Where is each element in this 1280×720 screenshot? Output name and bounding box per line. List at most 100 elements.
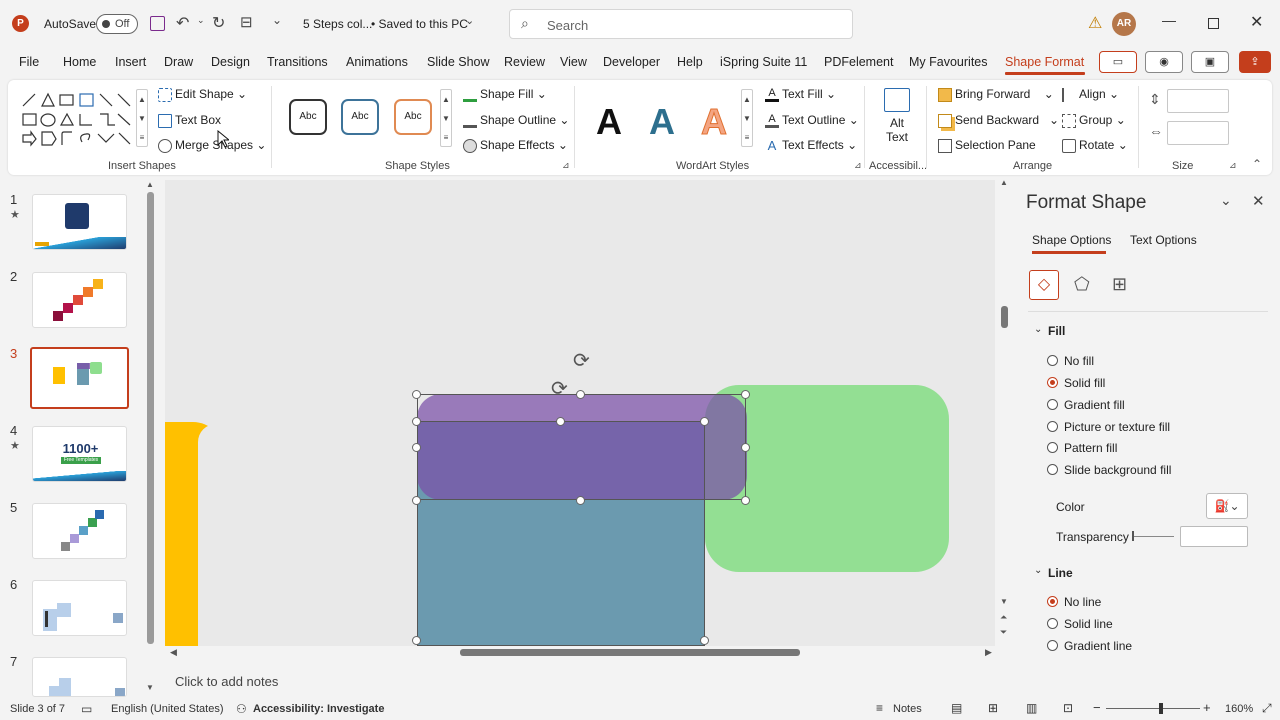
radio-button[interactable] <box>1047 464 1058 475</box>
shape-styles-scroll-icon[interactable]: ▲ ▼ ≡ <box>440 89 452 147</box>
tab-home[interactable]: Home <box>63 55 96 69</box>
scroll-right-icon[interactable]: ▶ <box>985 647 992 658</box>
avatar[interactable]: AR <box>1112 12 1136 36</box>
fill-collapse-icon[interactable]: ⌄ <box>1034 324 1042 335</box>
merge-shapes-button[interactable]: Merge Shapes ⌄ <box>158 138 266 153</box>
align-button[interactable]: Align ⌄ <box>1062 87 1119 102</box>
previous-slide-icon[interactable]: ⏶ <box>1000 612 1007 623</box>
resize-handle[interactable] <box>741 496 750 505</box>
radio-button[interactable] <box>1047 442 1058 453</box>
tab-developer[interactable]: Developer <box>603 55 660 69</box>
reading-view-icon[interactable]: ▥ <box>1026 701 1037 715</box>
text-box-button[interactable]: Text Box <box>158 113 221 128</box>
shape-effects-button[interactable]: Shape Effects ⌄ <box>463 138 568 153</box>
zoom-out-icon[interactable]: − <box>1093 700 1101 715</box>
tab-draw[interactable]: Draw <box>164 55 193 69</box>
customize-qat-icon[interactable]: ⌄ <box>272 13 282 27</box>
slide-thumbnail-2[interactable] <box>32 272 127 328</box>
slide-thumbnail-7[interactable] <box>32 657 127 697</box>
tab-insert[interactable]: Insert <box>115 55 146 69</box>
size-properties-icon[interactable]: ⊞ <box>1112 274 1127 295</box>
transparency-input[interactable] <box>1180 526 1248 547</box>
slide-thumbnail-3[interactable] <box>30 347 129 409</box>
dialog-launcher-icon[interactable]: ⊿ <box>1229 160 1237 171</box>
tab-file[interactable]: File <box>19 55 39 69</box>
shape-style-1[interactable]: Abc <box>289 99 327 135</box>
tab-my-favourites[interactable]: My Favourites <box>909 55 988 69</box>
undo-icon[interactable]: ↶ <box>176 13 189 33</box>
thumbnails-scrollbar[interactable] <box>147 192 154 644</box>
slide-sorter-icon[interactable]: ⊞ <box>988 701 998 715</box>
rotate-button[interactable]: Rotate ⌄ <box>1062 138 1128 153</box>
title-dropdown-icon[interactable]: ⌄ <box>465 14 474 27</box>
shape-fill-button[interactable]: Shape Fill ⌄ <box>463 87 547 102</box>
close-icon[interactable]: ✕ <box>1250 12 1263 32</box>
fill-section-header[interactable]: Fill <box>1048 324 1065 338</box>
transparency-slider[interactable] <box>1132 536 1174 537</box>
tab-slide-show[interactable]: Slide Show <box>427 55 490 69</box>
search-box[interactable]: ⌕ Search <box>509 9 853 39</box>
save-icon[interactable] <box>150 16 165 31</box>
slide-thumbnail-6[interactable] <box>32 580 127 636</box>
radio-button-selected[interactable] <box>1047 596 1058 607</box>
transparency-slider-thumb[interactable] <box>1132 531 1134 541</box>
radio-button[interactable] <box>1047 399 1058 410</box>
normal-view-icon[interactable]: ▤ <box>951 701 962 715</box>
present-teams-icon[interactable]: ▣ <box>1191 51 1229 73</box>
tab-shape-format[interactable]: Shape Format <box>1005 55 1084 69</box>
resize-handle[interactable] <box>412 636 421 645</box>
effects-pentagon-icon[interactable]: ⬠ <box>1074 274 1090 295</box>
color-picker-icon[interactable]: ⛽⌄ <box>1206 493 1248 519</box>
shapes-gallery[interactable] <box>20 90 138 148</box>
slide-canvas[interactable]: ⟳ ⟳ <box>165 180 995 646</box>
undo-dropdown-icon[interactable]: ⌄ <box>197 15 205 26</box>
tab-animations[interactable]: Animations <box>346 55 408 69</box>
pane-close-icon[interactable]: ✕ <box>1252 192 1265 210</box>
edit-shape-button[interactable]: Edit Shape ⌄ <box>158 87 247 102</box>
notes-icon[interactable]: ≡ <box>876 701 883 715</box>
warning-icon[interactable]: ⚠ <box>1088 13 1102 33</box>
tab-text-options[interactable]: Text Options <box>1130 233 1197 247</box>
spellcheck-icon[interactable]: ▭ <box>81 702 92 716</box>
line-collapse-icon[interactable]: ⌄ <box>1034 565 1042 576</box>
zoom-slider[interactable] <box>1106 708 1200 709</box>
wordart-style-1[interactable]: A <box>596 101 622 143</box>
resize-handle[interactable] <box>556 417 565 426</box>
resize-handle[interactable] <box>412 390 421 399</box>
tab-view[interactable]: View <box>560 55 587 69</box>
horizontal-scrollbar-thumb[interactable] <box>460 649 800 656</box>
resize-handle[interactable] <box>741 443 750 452</box>
resize-handle[interactable] <box>412 417 421 426</box>
scroll-up-icon[interactable]: ▲ <box>1000 178 1008 187</box>
width-input[interactable] <box>1167 121 1229 145</box>
comments-icon[interactable]: ▭ <box>1099 51 1137 73</box>
collapse-ribbon-icon[interactable]: ⌃ <box>1252 157 1262 171</box>
text-fill-button[interactable]: A Text Fill ⌄ <box>765 87 836 102</box>
wordart-style-2[interactable]: A <box>649 101 675 143</box>
scroll-up-icon[interactable]: ▲ <box>146 180 154 189</box>
slide-counter[interactable]: Slide 3 of 7 <box>10 703 65 715</box>
resize-handle[interactable] <box>412 496 421 505</box>
radio-button[interactable] <box>1047 421 1058 432</box>
height-input[interactable] <box>1167 89 1229 113</box>
present-icon[interactable]: ⊟ <box>240 13 253 31</box>
pane-options-icon[interactable]: ⌄ <box>1220 192 1232 209</box>
shapes-scroll-icon[interactable]: ▲ ▼ ≡ <box>136 89 148 147</box>
slide-thumbnail-1[interactable] <box>32 194 127 250</box>
line-section-header[interactable]: Line <box>1048 566 1073 580</box>
rotate-handle-icon[interactable]: ⟳ <box>551 376 568 401</box>
bring-forward-button[interactable]: Bring Forward ⌄ <box>938 87 1054 102</box>
shape-outline-button[interactable]: Shape Outline ⌄ <box>463 113 569 128</box>
notes-area[interactable]: Click to add notes <box>165 664 1013 698</box>
zoom-in-icon[interactable]: + <box>1203 700 1211 715</box>
resize-handle[interactable] <box>700 636 709 645</box>
tab-design[interactable]: Design <box>211 55 250 69</box>
scroll-down-icon[interactable]: ▼ <box>1000 597 1008 606</box>
fill-line-icon[interactable]: ◇ <box>1029 270 1059 300</box>
resize-handle[interactable] <box>700 417 709 426</box>
resize-handle[interactable] <box>741 390 750 399</box>
slide-thumbnail-4[interactable]: 1100+ Free Templates <box>32 426 127 482</box>
next-slide-icon[interactable]: ⏷ <box>1000 627 1007 638</box>
radio-button[interactable] <box>1047 640 1058 651</box>
send-backward-button[interactable]: Send Backward ⌄ <box>938 113 1059 128</box>
